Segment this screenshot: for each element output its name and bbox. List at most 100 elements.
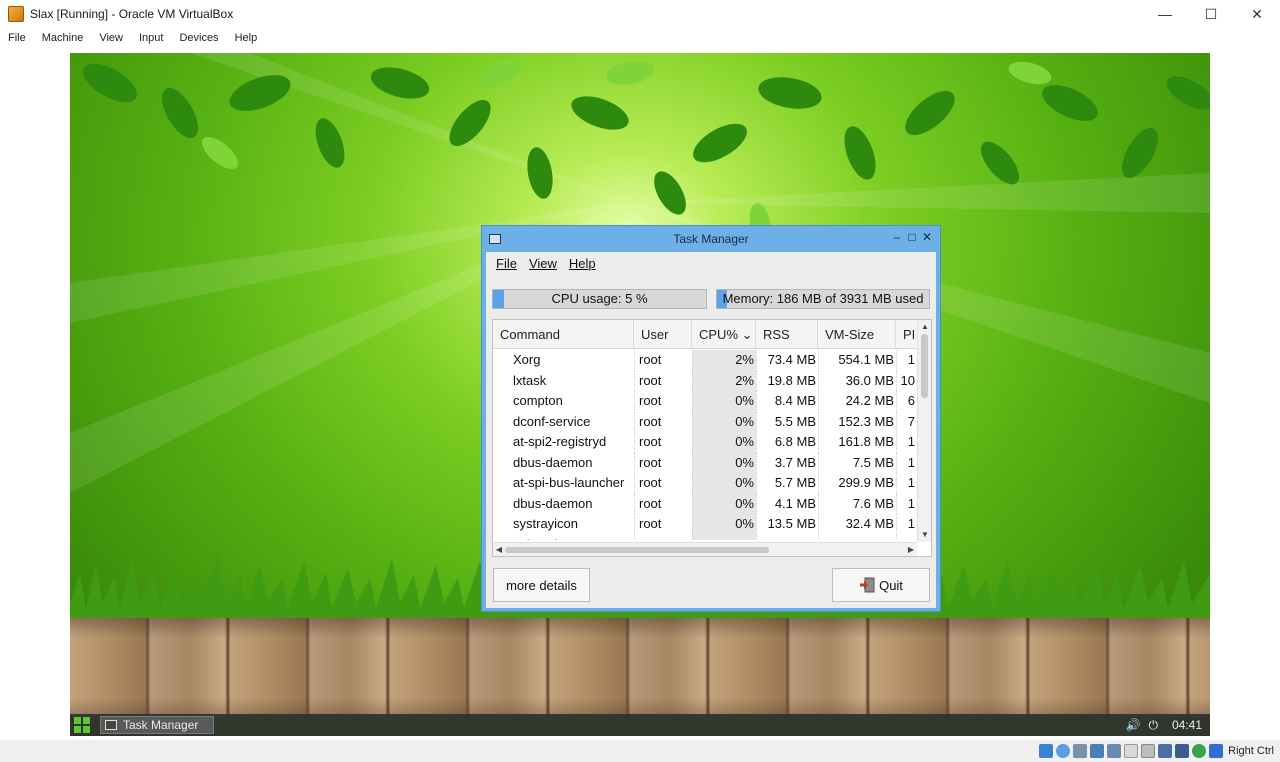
cell-command: at-spi-bus-launcher <box>513 475 625 490</box>
task-manager-titlebar[interactable]: Task Manager – □ ✕ <box>482 226 940 252</box>
close-button[interactable]: ✕ <box>1234 0 1280 28</box>
vertical-scroll-thumb[interactable] <box>921 334 928 398</box>
cell-rss: 58.9 MB <box>756 534 818 540</box>
table-row[interactable]: dconf-service root 0% 5.5 MB 152.3 MB 7 <box>493 411 917 432</box>
scroll-up-icon[interactable]: ▲ <box>918 320 931 334</box>
menu-machine[interactable]: Machine <box>34 32 92 44</box>
task-manager-window: Task Manager – □ ✕ File View Help CPU us… <box>481 225 941 612</box>
cell-pid: 1 <box>896 473 917 494</box>
network-icon[interactable] <box>1090 744 1105 758</box>
table-row[interactable]: lxtask root 2% 19.8 MB 36.0 MB 10 <box>493 370 917 391</box>
task-manager-body: File View Help CPU usage: 5 % Memory: 18… <box>486 252 936 608</box>
table-row[interactable]: volumeiconroot0%58.9 MB471.7 MB1 <box>493 534 917 540</box>
scroll-left-icon[interactable]: ◀ <box>493 543 505 556</box>
cell-user: root <box>634 514 692 535</box>
cell-user: root <box>634 452 692 473</box>
cell-command: dconf-service <box>513 413 591 429</box>
cpu-usage-fill <box>493 290 504 308</box>
cell-cpu: 0% <box>692 514 756 535</box>
cell-rss: 19.8 MB <box>756 370 818 391</box>
table-row[interactable]: dbus-daemon root 0% 4.1 MB 7.6 MB 1 <box>493 493 917 514</box>
table-row[interactable]: dbus-daemon root 0% 3.7 MB 7.5 MB 1 <box>493 452 917 473</box>
horizontal-scrollbar[interactable]: ◀ ▶ <box>493 542 917 556</box>
scroll-right-icon[interactable]: ▶ <box>905 543 917 556</box>
menu-view[interactable]: View <box>91 32 131 44</box>
cell-vm-size: 554.1 MB <box>818 350 896 371</box>
cell-cpu: 0% <box>692 534 756 540</box>
cell-pid: 1 <box>896 452 917 473</box>
table-row[interactable]: Xorg root 2% 73.4 MB 554.1 MB 1 <box>493 350 917 371</box>
tm-menu-help[interactable]: Help <box>563 256 602 271</box>
cpu-usage-meter: CPU usage: 5 % <box>492 289 707 309</box>
cell-cpu: 2% <box>692 370 756 391</box>
cell-cpu: 0% <box>692 411 756 432</box>
column-cpu-label: CPU% <box>699 327 739 342</box>
cell-rss: 3.7 MB <box>756 452 818 473</box>
tm-close-button[interactable]: ✕ <box>920 230 934 244</box>
volume-icon[interactable]: 🔊 <box>1126 718 1141 732</box>
virtualization-icon[interactable] <box>1192 744 1207 758</box>
cell-pid: 10 <box>896 370 917 391</box>
menu-input[interactable]: Input <box>131 32 171 44</box>
cell-rss: 4.1 MB <box>756 493 818 514</box>
mouse-integration-icon[interactable] <box>1209 744 1224 758</box>
cell-pid: 1 <box>896 514 917 535</box>
menu-file[interactable]: File <box>0 32 34 44</box>
display-icon[interactable] <box>1141 744 1156 758</box>
shared-folders-icon[interactable] <box>1124 744 1139 758</box>
table-row[interactable]: compton root 0% 8.4 MB 24.2 MB 6 <box>493 391 917 412</box>
maximize-button[interactable]: ☐ <box>1188 0 1234 28</box>
clock[interactable]: 04:41 <box>1172 718 1202 732</box>
menu-devices[interactable]: Devices <box>171 32 226 44</box>
table-row[interactable]: at-spi-bus-launcher root 0% 5.7 MB 299.9 MB 1 <box>493 473 917 494</box>
host-key-label: Right Ctrl <box>1228 745 1274 757</box>
cell-user: root <box>634 411 692 432</box>
table-row[interactable]: systrayicon root 0% 13.5 MB 32.4 MB 1 <box>493 514 917 535</box>
tm-maximize-button[interactable]: □ <box>905 230 919 244</box>
audio-icon[interactable] <box>1073 744 1088 758</box>
cell-rss: 73.4 MB <box>756 350 818 371</box>
cell-vm-size: 471.7 MB <box>818 534 896 540</box>
cell-cpu: 0% <box>692 473 756 494</box>
start-menu-icon[interactable] <box>74 717 90 733</box>
cell-cpu: 2% <box>692 350 756 371</box>
cell-command: at-spi2-registryd <box>513 434 607 449</box>
cell-user: root <box>634 432 692 453</box>
menu-help[interactable]: Help <box>227 32 266 44</box>
column-cpu[interactable]: CPU% ⌄ <box>692 320 756 349</box>
column-rss[interactable]: RSS <box>756 320 818 349</box>
task-manager-icon <box>489 234 501 244</box>
table-row[interactable]: at-spi2-registryd root 0% 6.8 MB 161.8 MB 1 <box>493 432 917 453</box>
horizontal-scroll-thumb[interactable] <box>505 547 769 553</box>
cell-command: dbus-daemon <box>513 495 593 511</box>
optical-drive-icon[interactable] <box>1056 744 1071 758</box>
vertical-scrollbar[interactable]: ▲ ▼ <box>917 320 931 542</box>
scroll-down-icon[interactable]: ▼ <box>918 528 931 542</box>
cpu-icon[interactable] <box>1175 744 1190 758</box>
more-details-button[interactable]: more details <box>493 568 590 602</box>
quit-button[interactable]: Quit <box>832 568 930 602</box>
power-icon[interactable]: ⏻ <box>1148 718 1158 733</box>
cell-vm-size: 24.2 MB <box>818 391 896 412</box>
cell-pid: 1 <box>896 432 917 453</box>
column-pid[interactable]: PI <box>896 320 917 349</box>
cell-vm-size: 7.5 MB <box>818 452 896 473</box>
column-vm-size[interactable]: VM-Size <box>818 320 896 349</box>
column-command[interactable]: Command <box>493 320 634 349</box>
cell-vm-size: 161.8 MB <box>818 432 896 453</box>
usb-icon[interactable] <box>1107 744 1122 758</box>
tm-minimize-button[interactable]: – <box>890 230 904 244</box>
cpu-usage-label: CPU usage: 5 % <box>551 291 648 306</box>
tm-menu-file[interactable]: File <box>490 256 523 271</box>
column-user[interactable]: User <box>634 320 692 349</box>
cell-pid: 1 <box>896 534 917 540</box>
cell-command: Xorg <box>513 352 541 367</box>
cell-user: root <box>634 493 692 514</box>
tm-menu-view[interactable]: View <box>523 256 563 271</box>
hard-disk-icon[interactable] <box>1039 744 1054 758</box>
cell-user: root <box>634 350 692 371</box>
cell-command: systrayicon <box>513 516 579 531</box>
minimize-button[interactable]: — <box>1142 0 1188 28</box>
taskbar-task-manager-button[interactable]: Task Manager <box>100 716 214 734</box>
video-capture-icon[interactable] <box>1158 744 1173 758</box>
